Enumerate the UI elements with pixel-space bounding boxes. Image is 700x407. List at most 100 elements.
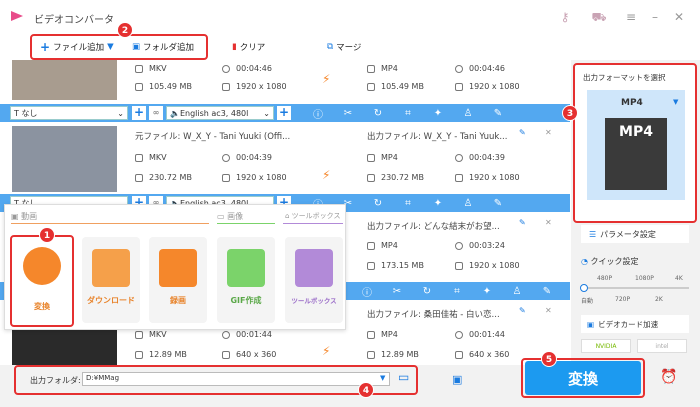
src-size: 12.89 MB xyxy=(135,350,187,359)
video-thumbnail[interactable] xyxy=(12,126,117,192)
scissors-icon[interactable]: ✂ xyxy=(333,108,363,119)
quick-label: 2K xyxy=(655,296,663,303)
window-title: ビデオコンバータ xyxy=(34,15,114,26)
mp4-format-icon: MP4 xyxy=(605,118,667,190)
open-folder-icon[interactable]: ▭ xyxy=(398,370,409,384)
output-folder-input[interactable]: D:¥MMag xyxy=(82,372,390,386)
image-icon xyxy=(227,249,265,287)
close-icon[interactable]: ✕ xyxy=(671,9,687,25)
clock-icon xyxy=(222,153,230,162)
tile-label: ダウンロード xyxy=(87,296,135,305)
add-file-label: ファイル追加 xyxy=(53,43,105,53)
parameter-settings-button[interactable]: ☰ パラメータ設定 xyxy=(581,225,689,243)
merge-button[interactable]: ⧉ マージ xyxy=(327,40,361,54)
info-icon[interactable]: ⓘ xyxy=(352,284,382,299)
rotate-icon[interactable]: ↻ xyxy=(412,286,442,297)
crop-icon[interactable]: ⌗ xyxy=(393,198,423,209)
convert-button[interactable]: 変換 xyxy=(525,361,641,395)
chevron-down-icon[interactable]: ▼ xyxy=(673,98,678,106)
app-logo-icon xyxy=(8,7,26,25)
link-icon[interactable]: ∞ xyxy=(149,106,163,120)
out-size: 173.15 MB xyxy=(367,261,424,270)
edit-icon[interactable]: ✎ xyxy=(532,286,562,297)
tile-download[interactable]: ダウンロード xyxy=(82,237,140,323)
out-resolution: 1920 x 1080 xyxy=(455,82,520,91)
menu-icon[interactable]: ≡ xyxy=(623,9,639,25)
add-subtitle-button[interactable]: + xyxy=(132,106,146,120)
video-thumbnail[interactable] xyxy=(12,60,117,100)
effects-icon[interactable]: ✦ xyxy=(472,286,502,297)
edit-icon[interactable]: ✎ xyxy=(483,108,513,119)
video-section-icon: ▣ xyxy=(11,212,22,221)
file-icon xyxy=(135,82,143,91)
resolution-icon xyxy=(455,261,463,270)
clock-icon xyxy=(222,64,230,73)
output-folder-label: 出力フォルダ: xyxy=(30,376,81,385)
audio-select[interactable]: 🔈English ac3, 480l ⌄ xyxy=(166,106,274,120)
tile-toolbox[interactable]: ツールボックス xyxy=(285,237,343,323)
rename-icon[interactable]: ✎ xyxy=(519,306,526,315)
gpu-acceleration-button[interactable]: ▣ ビデオカード加速 xyxy=(581,315,689,333)
chevron-down-icon[interactable]: ▼ xyxy=(107,42,114,52)
subtitle-select[interactable]: T なし ⌄ xyxy=(10,106,128,120)
minimize-icon[interactable]: – xyxy=(647,9,663,25)
out-format: MP4 xyxy=(367,153,398,162)
rename-icon[interactable]: ✎ xyxy=(519,128,526,137)
remove-icon[interactable]: ✕ xyxy=(545,306,552,315)
tile-record[interactable]: 録画 xyxy=(149,237,207,323)
rotate-icon[interactable]: ↻ xyxy=(363,198,393,209)
crop-icon[interactable]: ⌗ xyxy=(442,286,472,297)
chevron-down-icon[interactable]: ▼ xyxy=(380,374,385,382)
quality-slider-handle[interactable] xyxy=(580,284,588,292)
edit-icon[interactable]: ✎ xyxy=(483,198,513,209)
add-audio-button[interactable]: + xyxy=(277,106,291,120)
resolution-icon xyxy=(455,173,463,182)
tile-gif[interactable]: GIF作成 xyxy=(217,237,275,323)
key-icon[interactable]: ⚷ xyxy=(557,9,573,25)
src-duration: 00:04:46 xyxy=(222,64,272,73)
scissors-icon[interactable]: ✂ xyxy=(382,286,412,297)
chevron-down-icon: ⌄ xyxy=(117,108,124,118)
badge-5: 5 xyxy=(541,351,557,367)
watermark-icon[interactable]: ♙ xyxy=(453,108,483,119)
folder-export-icon[interactable]: ▣ xyxy=(452,373,462,386)
add-folder-button[interactable]: ▣ フォルダ追加 xyxy=(132,40,194,54)
source-file-name: 元ファイル: W_X_Y - Tani Yuuki (Offi... xyxy=(135,132,291,142)
out-format: MP4 xyxy=(367,330,398,339)
format-icon xyxy=(367,330,375,339)
quick-settings: ◔ クイック設定 xyxy=(581,257,639,266)
info-icon[interactable]: ⓘ xyxy=(303,106,333,121)
add-file-button[interactable]: + ファイル追加 ▼ xyxy=(40,40,114,54)
format-title: 出力フォーマットを選択 xyxy=(583,73,666,82)
src-size: 105.49 MB xyxy=(135,82,192,91)
nvidia-badge: NVIDIA xyxy=(581,339,631,353)
quick-label: 480P xyxy=(597,275,613,282)
cart-icon[interactable]: ⛟ xyxy=(591,9,607,25)
alarm-clock-icon[interactable]: ⏰ xyxy=(660,369,677,385)
gpu-icon: ▣ xyxy=(587,319,595,329)
quality-slider[interactable] xyxy=(583,287,689,289)
out-size: 105.49 MB xyxy=(367,82,424,91)
clear-button[interactable]: ▮ クリア xyxy=(232,40,265,54)
remove-icon[interactable]: ✕ xyxy=(545,128,552,137)
folder-icon: ▣ xyxy=(132,42,141,52)
merge-icon: ⧉ xyxy=(327,42,334,52)
format-icon xyxy=(135,153,143,162)
effects-icon[interactable]: ✦ xyxy=(423,198,453,209)
file-icon xyxy=(367,82,375,91)
speaker-icon: 🔈 xyxy=(170,108,180,118)
rotate-icon[interactable]: ↻ xyxy=(363,108,393,119)
watermark-icon[interactable]: ♙ xyxy=(502,286,532,297)
format-selector[interactable]: MP4 ▼ MP4 xyxy=(587,90,685,200)
tile-label: 録画 xyxy=(170,296,186,305)
out-resolution: 1920 x 1080 xyxy=(455,173,520,182)
quick-label: 1080P xyxy=(635,275,654,282)
watermark-icon[interactable]: ♙ xyxy=(453,198,483,209)
remove-icon[interactable]: ✕ xyxy=(545,218,552,227)
rename-icon[interactable]: ✎ xyxy=(519,218,526,227)
format-icon xyxy=(367,241,375,250)
effects-icon[interactable]: ✦ xyxy=(423,108,453,119)
src-duration: 00:04:39 xyxy=(222,153,272,162)
crop-icon[interactable]: ⌗ xyxy=(393,108,423,119)
output-file-name: 出力ファイル: 桑田佳祐 - 白い恋... xyxy=(367,310,500,320)
